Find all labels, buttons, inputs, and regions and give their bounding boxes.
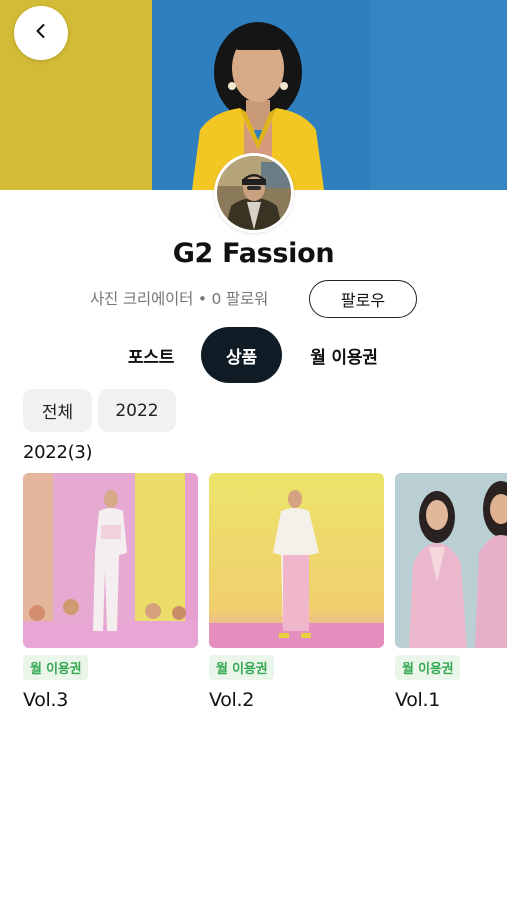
profile-name: G2 Fassion <box>172 238 335 269</box>
monthly-pass-badge: 월 이용권 <box>395 655 461 680</box>
product-title: Vol.2 <box>209 689 255 711</box>
filter-chip-all[interactable]: 전체 <box>23 389 92 432</box>
product-thumbnail <box>23 473 198 648</box>
tab-products[interactable]: 상품 <box>201 327 282 383</box>
chevron-left-icon <box>32 22 50 44</box>
back-button[interactable] <box>14 6 68 60</box>
monthly-pass-badge: 월 이용권 <box>23 655 89 680</box>
profile-meta-row: 사진 크리에이터 • 0 팔로워 <box>90 279 268 317</box>
product-card-vol1[interactable]: 월 이용권 Vol.1 <box>395 473 507 711</box>
product-card-vol2[interactable]: 월 이용권 Vol.2 <box>209 473 384 711</box>
follow-button[interactable]: 팔로우 <box>309 280 417 318</box>
product-title: Vol.3 <box>23 689 69 711</box>
profile-meta: 사진 크리에이터 • 0 팔로워 <box>90 290 269 308</box>
product-thumbnail <box>395 473 507 648</box>
product-list: 월 이용권 Vol.3 월 이용권 Vol.2 월 이용권 Vol.1 <box>23 473 507 723</box>
product-card-vol3[interactable]: 월 이용권 Vol.3 <box>23 473 198 711</box>
tab-posts[interactable]: 포스트 <box>112 327 190 383</box>
section-heading: 2022(3) <box>23 442 93 463</box>
product-thumbnail <box>209 473 384 648</box>
avatar <box>214 153 294 233</box>
main-tabs: 포스트 상품 월 이용권 <box>0 327 507 383</box>
tab-monthly-pass[interactable]: 월 이용권 <box>292 327 396 383</box>
filter-chip-2022[interactable]: 2022 <box>98 389 176 432</box>
monthly-pass-badge: 월 이용권 <box>209 655 275 680</box>
product-title: Vol.1 <box>395 689 441 711</box>
